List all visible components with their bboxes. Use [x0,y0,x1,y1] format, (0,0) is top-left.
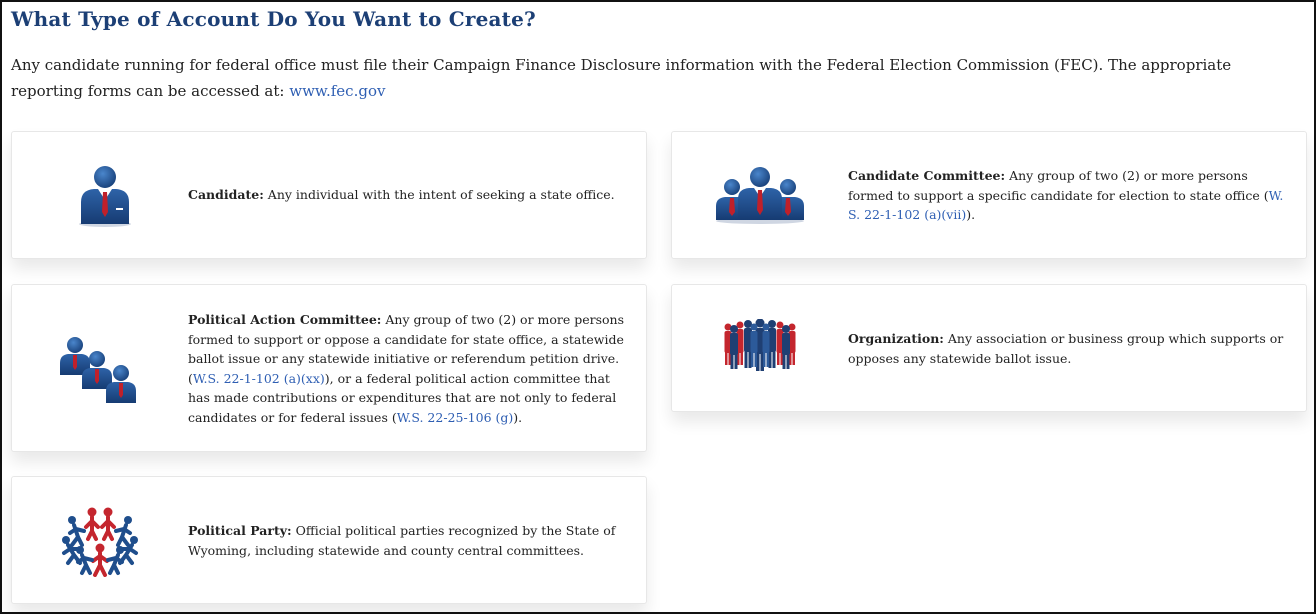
political-action-committee-title: Political Action Committee: [188,312,382,327]
political-action-committee-card[interactable]: Political Action Committee: Any group of… [11,284,647,452]
candidate-title: Candidate: [188,187,264,202]
candidate-card[interactable]: Candidate: Any individual with the inten… [11,131,647,259]
intro-paragraph: Any candidate running for federal office… [11,52,1306,104]
candidate-committee-title: Candidate Committee: [848,168,1006,183]
pac-tail: ). [513,409,523,425]
statute-link-22-25-106-g[interactable]: W.S. 22-25-106 (g) [397,410,514,425]
political-party-card[interactable]: Political Party: Official political part… [11,476,647,604]
person-icon [79,166,131,227]
candidate-committee-tail: ). [966,207,976,222]
organization-description: Organization: Any association or busines… [848,329,1288,368]
political-party-title: Political Party: [188,523,292,538]
intro-text: Any candidate running for federal office… [11,56,1232,100]
crowd-icon [724,319,796,371]
political-action-committee-description: Political Action Committee: Any group of… [188,310,628,427]
political-party-description: Political Party: Official political part… [188,521,628,560]
fec-link[interactable]: www.fec.gov [289,82,385,100]
candidate-committee-card[interactable]: Candidate Committee: Any group of two (2… [671,131,1307,259]
candidate-description: Candidate: Any individual with the inten… [188,185,628,205]
organization-title: Organization: [848,331,944,346]
candidate-text: Any individual with the intent of seekin… [263,187,615,202]
page-frame: What Type of Account Do You Want to Crea… [0,0,1316,614]
page-title: What Type of Account Do You Want to Crea… [11,7,536,31]
candidate-committee-description: Candidate Committee: Any group of two (2… [848,166,1288,225]
group-icon [716,167,804,224]
people-circle-icon [62,507,138,577]
organization-card[interactable]: Organization: Any association or busines… [671,284,1307,412]
statute-link-22-1-102-a-xx[interactable]: W.S. 22-1-102 (a)(xx) [193,371,325,386]
committee-icon [60,337,136,403]
